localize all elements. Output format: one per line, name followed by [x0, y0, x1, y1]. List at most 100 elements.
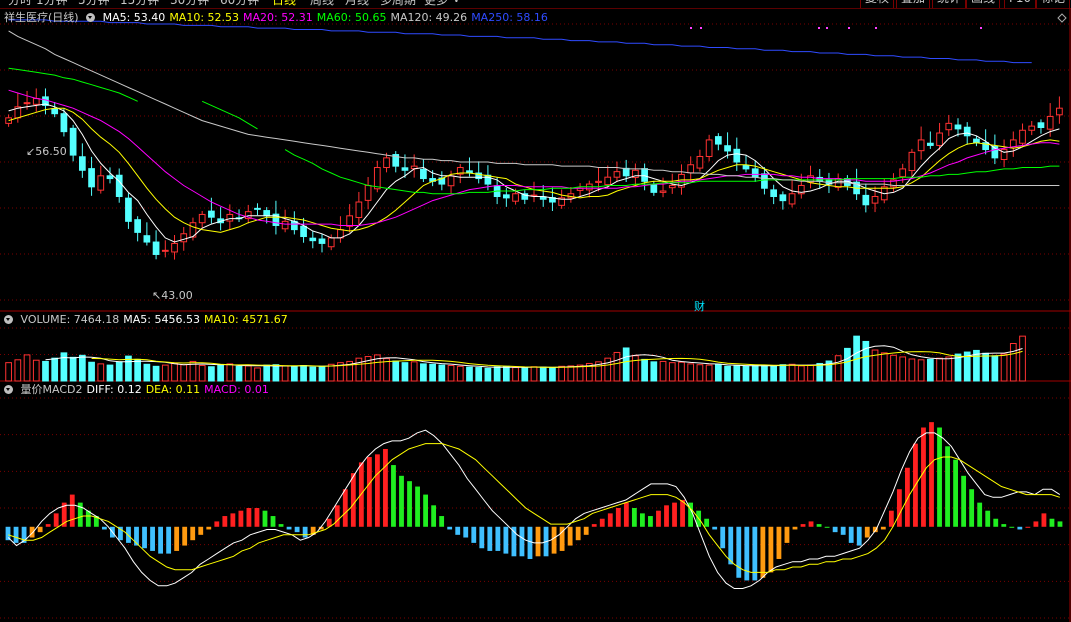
macd-histogram-bar: [463, 526, 469, 538]
volume-bar: [456, 365, 464, 382]
financial-report-marker[interactable]: 财: [694, 298, 705, 314]
candle-up: [668, 184, 676, 189]
volume-bar: [97, 363, 105, 382]
ma-legend: MA5: 53.40 MA10: 52.53 MA20: 52.31 MA60: 50…: [103, 11, 552, 24]
volume-bar: [899, 356, 907, 382]
volume-bar: [604, 357, 612, 382]
macd-histogram-bar: [744, 526, 750, 581]
candle-down: [1037, 122, 1045, 128]
volume-bar: [180, 364, 188, 382]
macd-histogram-bar: [399, 475, 404, 527]
volume-bar: [668, 362, 676, 382]
macd-histogram-bar: [182, 526, 188, 546]
candle-down: [78, 156, 86, 171]
volume-bar: [742, 365, 750, 382]
macd-histogram-bar: [238, 510, 244, 527]
candle-down: [862, 194, 870, 206]
candle-up: [171, 242, 178, 253]
macd-histogram-bar: [615, 508, 621, 527]
volume-bar: [622, 347, 630, 382]
macd-histogram-bar: [648, 516, 653, 527]
candle-up: [512, 193, 519, 202]
volume-bar: [982, 352, 990, 382]
macd-histogram-bar: [158, 526, 163, 554]
macd-menu-icon[interactable]: [4, 385, 13, 394]
volume-bar: [834, 355, 842, 382]
volume-bar: [208, 366, 215, 382]
volume-bar: [143, 363, 151, 382]
volume-bar: [926, 358, 934, 382]
volume-bar: [23, 354, 31, 382]
macd-histogram-bar: [856, 526, 862, 546]
volume-bar: [880, 352, 888, 382]
candle-down: [143, 235, 151, 243]
candle-down: [973, 138, 980, 144]
high-price-label: ↙56.50: [26, 145, 67, 158]
candle-down: [770, 189, 778, 198]
macd-histogram-bar: [816, 524, 822, 527]
macd-histogram-bar: [880, 526, 886, 530]
volume-bar: [429, 363, 436, 382]
volume-bar: [512, 367, 519, 382]
kline-chart[interactable]: [0, 0, 1071, 622]
volume-bar: [69, 356, 77, 382]
candle-up: [198, 213, 206, 224]
volume-bar: [78, 354, 86, 382]
macd-histogram-bar: [278, 524, 284, 527]
volume-bar: [42, 360, 49, 382]
candle-down: [263, 210, 271, 217]
candle-up: [595, 180, 602, 183]
macd-histogram-bar: [760, 526, 766, 578]
candle-down: [88, 168, 95, 188]
macd-histogram-bar: [784, 526, 790, 543]
macd-histogram-bar: [623, 502, 629, 527]
volume-bar: [198, 365, 206, 382]
candle-up: [226, 213, 234, 222]
ma-line-ma120: [8, 30, 1060, 186]
macd-histogram-bar: [864, 526, 870, 538]
macd-dea-line: [8, 443, 1060, 573]
macd-histogram-bar: [471, 526, 477, 543]
candle-up: [447, 175, 455, 187]
candle-down: [60, 113, 68, 133]
candle-down: [254, 207, 261, 210]
volume-bar: [410, 361, 418, 382]
macd-histogram-bar: [840, 526, 846, 535]
ma-legend-item-2: MA20: 52.31: [243, 11, 313, 24]
macd-histogram-bar: [929, 422, 934, 527]
candle-down: [134, 219, 142, 233]
volume-legend-item-1: MA5: 5456.53: [123, 313, 200, 326]
macd-histogram-bar: [969, 489, 975, 527]
volume-bar: [696, 364, 704, 382]
macd-histogram-bar: [583, 526, 589, 535]
candle-up: [1028, 125, 1036, 131]
macd-histogram-bar: [1033, 521, 1039, 527]
macd-histogram-bar: [69, 494, 75, 527]
macd-histogram-bar: [53, 513, 59, 527]
candle-down: [420, 168, 427, 180]
indicator-menu-icon[interactable]: [86, 13, 96, 22]
macd-histogram-bar: [656, 510, 661, 527]
candle-down: [926, 142, 934, 146]
macd-histogram-bar: [375, 454, 380, 527]
candle-up: [613, 171, 621, 178]
candle-up: [364, 184, 372, 201]
candle-down: [208, 210, 215, 218]
ma-legend-item-4: MA120: 49.26: [390, 11, 468, 24]
macd-histogram-bar: [270, 516, 276, 527]
volume-bar: [991, 355, 999, 382]
volume-bar: [1000, 353, 1008, 382]
macd-histogram-bar: [535, 526, 541, 557]
ma-line-ma250: [8, 19, 1032, 64]
volume-bar: [272, 364, 280, 382]
volume-bar: [521, 367, 529, 382]
macd-histogram-bar: [768, 526, 774, 573]
signal-dot: [818, 27, 820, 29]
macd-histogram-bar: [519, 526, 525, 557]
candle-down: [152, 241, 160, 255]
candle-up: [373, 167, 381, 190]
macd-histogram-bar: [37, 526, 43, 533]
volume-menu-icon[interactable]: [4, 315, 13, 324]
macd-histogram-bar: [921, 427, 926, 527]
macd-histogram-bar: [824, 526, 830, 528]
